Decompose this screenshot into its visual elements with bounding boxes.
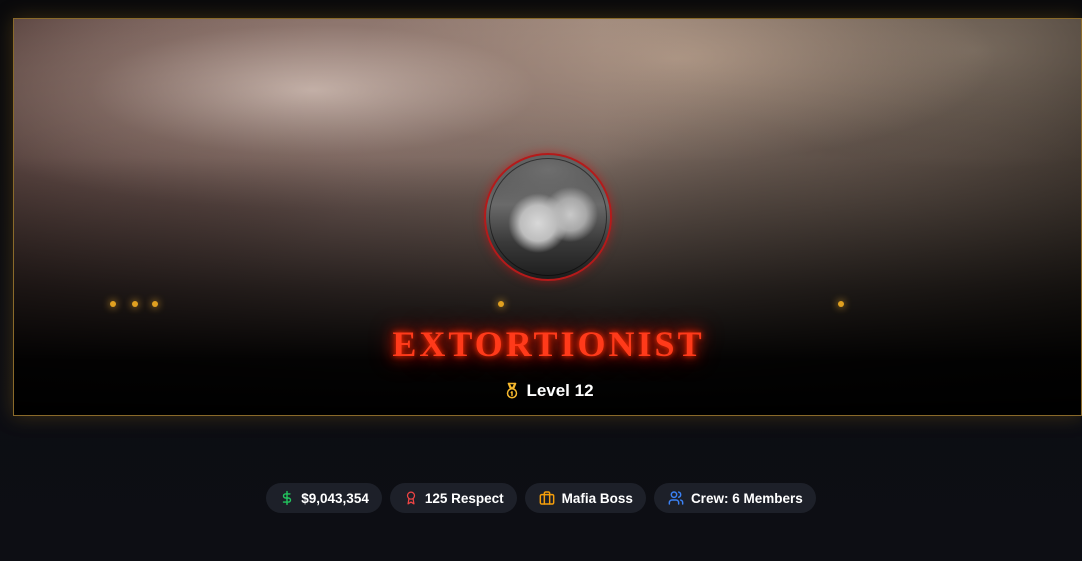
avatar[interactable] bbox=[484, 153, 612, 281]
stat-rank-value: Mafia Boss bbox=[561, 490, 633, 506]
dollar-icon bbox=[280, 490, 294, 506]
users-icon bbox=[668, 490, 684, 506]
banner-lights bbox=[14, 301, 1081, 309]
stat-respect-value: 125 Respect bbox=[424, 490, 504, 506]
stat-crew-value: Crew: 6 Members bbox=[690, 490, 803, 506]
stat-crew: Crew: 6 Members bbox=[653, 483, 816, 513]
profile-title: EXTORTIONIST bbox=[392, 324, 705, 364]
stats-bar: $9,043,354 125 Respect Mafia Boss Crew: … bbox=[0, 483, 1082, 513]
award-ribbon-icon bbox=[404, 490, 418, 506]
briefcase-icon bbox=[539, 490, 555, 506]
stat-rank: Mafia Boss bbox=[524, 483, 646, 513]
profile-level: Level 12 bbox=[14, 381, 1081, 401]
stat-money: $9,043,354 bbox=[266, 483, 382, 513]
stat-money-value: $9,043,354 bbox=[301, 490, 369, 506]
avatar-ring bbox=[489, 158, 607, 276]
level-label: Level 12 bbox=[526, 381, 594, 400]
profile-page: EXTORTIONIST Level 12 $9,043,354 125 Res… bbox=[0, 0, 1082, 561]
stat-respect: 125 Respect bbox=[389, 483, 517, 513]
medal-icon bbox=[503, 382, 521, 400]
